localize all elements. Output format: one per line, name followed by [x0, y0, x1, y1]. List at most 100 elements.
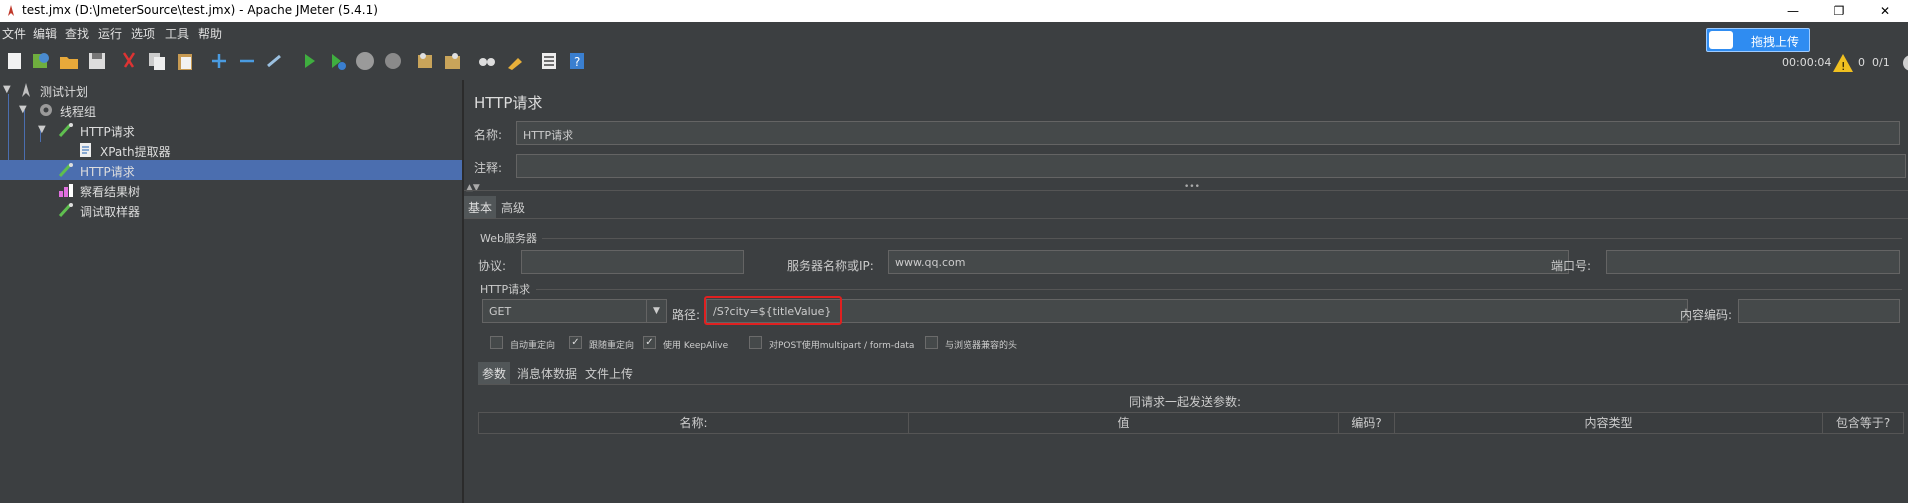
collapse-icon[interactable]: [236, 50, 258, 72]
multipart-checkbox[interactable]: [749, 336, 762, 349]
sampler-icon: [58, 163, 73, 178]
toggle-icon[interactable]: [264, 50, 286, 72]
svg-text:!: !: [1841, 60, 1845, 73]
checkbox-label: 使用 KeepAlive: [663, 341, 729, 351]
templates-icon[interactable]: [30, 50, 52, 72]
start-no-pause-icon[interactable]: [326, 50, 348, 72]
method-value: GET: [489, 305, 512, 318]
divider: [542, 238, 1902, 239]
chevron-down-icon[interactable]: ▼: [3, 84, 11, 95]
tree-item-label: 调试取样器: [80, 205, 141, 219]
column-header-encode[interactable]: 编码?: [1339, 413, 1395, 435]
svg-text:?: ?: [574, 55, 580, 69]
divider: [464, 218, 1908, 219]
tree-item-label: 察看结果树: [80, 185, 141, 199]
menu-options[interactable]: 选项: [131, 25, 155, 42]
paste-icon[interactable]: [174, 50, 196, 72]
menu-edit[interactable]: 编辑: [33, 25, 57, 42]
clear-all-icon[interactable]: [442, 50, 464, 72]
tree-item-label: 线程组: [60, 105, 97, 119]
params-caption: 同请求一起发送参数:: [1129, 395, 1242, 409]
checkbox-label: 对POST使用multipart / form-data: [769, 341, 915, 351]
tab-advanced[interactable]: 高级: [497, 196, 529, 219]
test-plan-tree: ▼ 测试计划 ▼ 线程组 ▼ HTTP请求 XPath提取器 HTTP请求 察看…: [0, 80, 462, 503]
tree-item-test-plan[interactable]: ▼ 测试计划: [0, 80, 462, 100]
collapse-arrows-icon[interactable]: ▲▼: [466, 183, 480, 193]
panel-title: HTTP请求: [474, 94, 543, 112]
tree-item-xpath-extractor[interactable]: XPath提取器: [0, 140, 462, 160]
method-select[interactable]: GET ▼: [482, 299, 667, 323]
encoding-label: 内容编码:: [1680, 308, 1733, 322]
browser-headers-checkbox[interactable]: [925, 336, 938, 349]
menu-search[interactable]: 查找: [65, 25, 89, 42]
tab-body-data[interactable]: 消息体数据: [513, 362, 581, 385]
test-plan-icon: [22, 83, 30, 97]
menu-file[interactable]: 文件: [2, 25, 26, 42]
close-button[interactable]: ✕: [1862, 0, 1908, 22]
reset-search-icon[interactable]: [504, 50, 526, 72]
encoding-field[interactable]: [1738, 299, 1900, 323]
menu-help[interactable]: 帮助: [198, 25, 222, 42]
upload-label: 拖拽上传: [1751, 35, 1800, 49]
open-icon[interactable]: [58, 50, 80, 72]
tab-parameters[interactable]: 参数: [478, 362, 511, 385]
menu-run[interactable]: 运行: [98, 25, 122, 42]
chevron-down-icon[interactable]: ▼: [38, 124, 46, 135]
tab-files-upload[interactable]: 文件上传: [581, 362, 637, 385]
tree-item-label: 测试计划: [40, 85, 89, 99]
server-field[interactable]: www.qq.com: [888, 250, 1569, 274]
protocol-field[interactable]: [521, 250, 744, 274]
follow-redirect-checkbox[interactable]: ✓: [569, 336, 582, 349]
help-icon[interactable]: ?: [566, 50, 588, 72]
tree-item-view-results-tree[interactable]: 察看结果树: [0, 180, 462, 200]
column-header-value[interactable]: 值: [909, 413, 1339, 435]
http-request-group-title: HTTP请求: [480, 283, 531, 296]
shutdown-icon[interactable]: [382, 50, 404, 72]
params-table-header: 名称: 值 编码? 内容类型 包含等于?: [478, 412, 1904, 435]
http-request-panel: HTTP请求 名称: HTTP请求 注释: ▲▼ ••• 基本 高级 Web服务…: [464, 80, 1908, 503]
upload-button[interactable]: 拖拽上传: [1706, 28, 1810, 52]
menu-tools[interactable]: 工具: [165, 25, 189, 42]
start-icon[interactable]: [298, 50, 320, 72]
sampler-icon: [58, 123, 73, 138]
tree-item-debug-sampler[interactable]: 调试取样器: [0, 200, 462, 220]
restore-button[interactable]: ❐: [1816, 0, 1862, 22]
tree-item-thread-group[interactable]: ▼ 线程组: [0, 100, 462, 120]
tree-item-http-request-2[interactable]: HTTP请求: [0, 160, 462, 180]
tree-item-http-request-1[interactable]: ▼ HTTP请求: [0, 120, 462, 140]
stop-icon[interactable]: [354, 50, 376, 72]
tab-basic[interactable]: 基本: [464, 196, 497, 219]
listener-icon: [59, 184, 73, 197]
search-icon[interactable]: [476, 50, 498, 72]
column-header-name[interactable]: 名称:: [479, 413, 909, 435]
minimize-button[interactable]: —: [1770, 0, 1816, 22]
warning-count: 0: [1858, 56, 1865, 69]
comment-field[interactable]: [516, 154, 1906, 178]
settings-icon[interactable]: [1896, 52, 1908, 74]
path-field[interactable]: /S?city=${titleValue}: [706, 299, 1688, 323]
name-field[interactable]: HTTP请求: [516, 121, 1900, 145]
clear-icon[interactable]: [414, 50, 436, 72]
column-header-content-type[interactable]: 内容类型: [1395, 413, 1823, 435]
divider: [478, 384, 1908, 385]
keepalive-checkbox[interactable]: ✓: [643, 336, 656, 349]
auto-redirect-checkbox[interactable]: [490, 336, 503, 349]
copy-icon[interactable]: [146, 50, 168, 72]
cut-icon[interactable]: [118, 50, 140, 72]
chevron-down-icon[interactable]: ▼: [19, 104, 27, 115]
chevron-down-icon[interactable]: ▼: [646, 300, 666, 322]
web-server-group-title: Web服务器: [480, 232, 537, 245]
column-header-include-equals[interactable]: 包含等于?: [1823, 413, 1903, 435]
params-table-body[interactable]: [478, 434, 1904, 503]
window-title-bar: test.jmx (D:\JmeterSource\test.jmx) - Ap…: [0, 0, 1908, 22]
comment-label: 注释:: [474, 161, 503, 175]
function-helper-icon[interactable]: [538, 50, 560, 72]
port-field[interactable]: [1606, 250, 1900, 274]
thread-group-icon: [40, 104, 52, 116]
new-icon[interactable]: [4, 50, 26, 72]
warning-icon[interactable]: !: [1832, 52, 1854, 74]
menu-bar: 文件 编辑 查找 运行 选项 工具 帮助: [0, 22, 1908, 44]
protocol-label: 协议:: [478, 259, 507, 273]
save-icon[interactable]: [86, 50, 108, 72]
expand-icon[interactable]: [208, 50, 230, 72]
